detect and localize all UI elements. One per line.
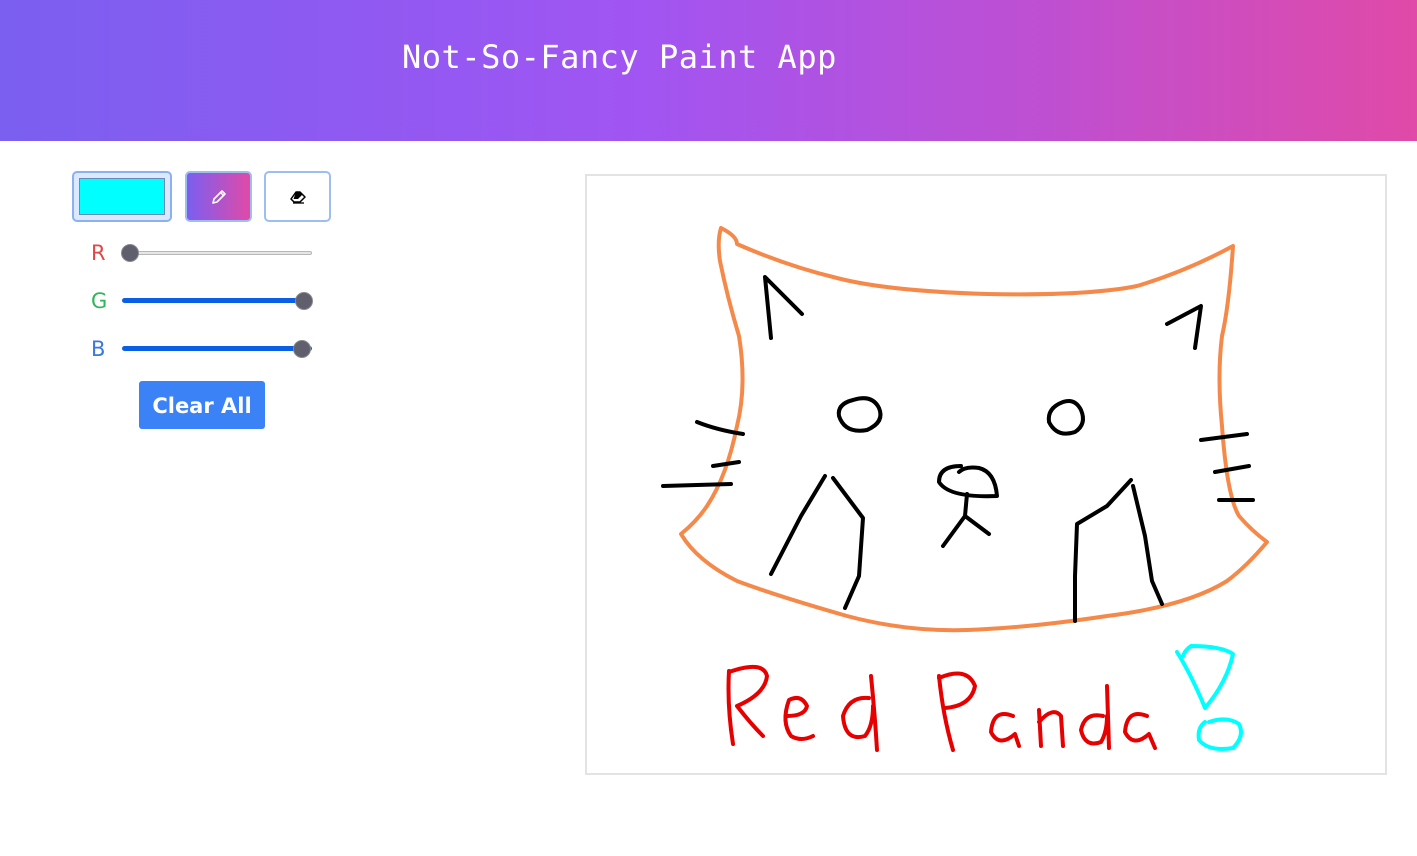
left-cheek-stroke	[769, 474, 865, 610]
eraser-tool-button[interactable]	[264, 171, 331, 222]
letter-P-stroke	[937, 671, 977, 752]
clear-all-button[interactable]: Clear All	[139, 381, 265, 429]
pencil-icon	[211, 189, 226, 204]
pencil-tool-button[interactable]	[185, 171, 252, 222]
letter-d-stroke	[841, 674, 879, 752]
exclamation-stroke	[1175, 644, 1235, 710]
left-eye-stroke	[836, 396, 883, 433]
letter-e-stroke	[783, 696, 815, 741]
red-slider-track[interactable]	[122, 251, 312, 255]
mouth-stroke	[941, 492, 991, 548]
blue-slider-track[interactable]	[122, 346, 312, 351]
nose-stroke	[937, 464, 999, 499]
letter-d2-stroke	[1079, 684, 1111, 750]
color-picker-button[interactable]	[72, 171, 172, 222]
head-outline-stroke	[679, 226, 1269, 633]
left-whisker-2	[711, 460, 741, 468]
blue-slider-label: B	[91, 337, 106, 361]
right-cheek-stroke	[1073, 478, 1164, 623]
green-slider-label: G	[91, 289, 108, 313]
letter-n-stroke	[1037, 708, 1065, 748]
exclamation-dot-stroke	[1196, 717, 1243, 751]
eraser-icon	[289, 190, 306, 204]
drawing-canvas[interactable]	[585, 174, 1387, 775]
green-slider-thumb[interactable]	[295, 292, 313, 310]
left-whisker-3	[661, 482, 733, 488]
app-header: Not-So-Fancy Paint App	[0, 0, 1417, 141]
right-ear-stroke	[1165, 304, 1203, 350]
blue-slider-thumb[interactable]	[293, 340, 311, 358]
letter-a2-stroke	[1123, 712, 1157, 750]
right-eye-stroke	[1046, 399, 1085, 436]
app-title: Not-So-Fancy Paint App	[402, 38, 837, 76]
letter-a1-stroke	[989, 712, 1021, 748]
red-slider-thumb[interactable]	[121, 244, 139, 262]
drawing-layer	[661, 226, 1269, 752]
green-slider-track[interactable]	[122, 298, 312, 303]
red-slider-label: R	[91, 241, 106, 265]
current-color-swatch	[79, 178, 165, 215]
left-ear-stroke	[763, 275, 804, 340]
right-whisker-2	[1213, 464, 1251, 474]
letter-R-stroke	[726, 664, 769, 746]
